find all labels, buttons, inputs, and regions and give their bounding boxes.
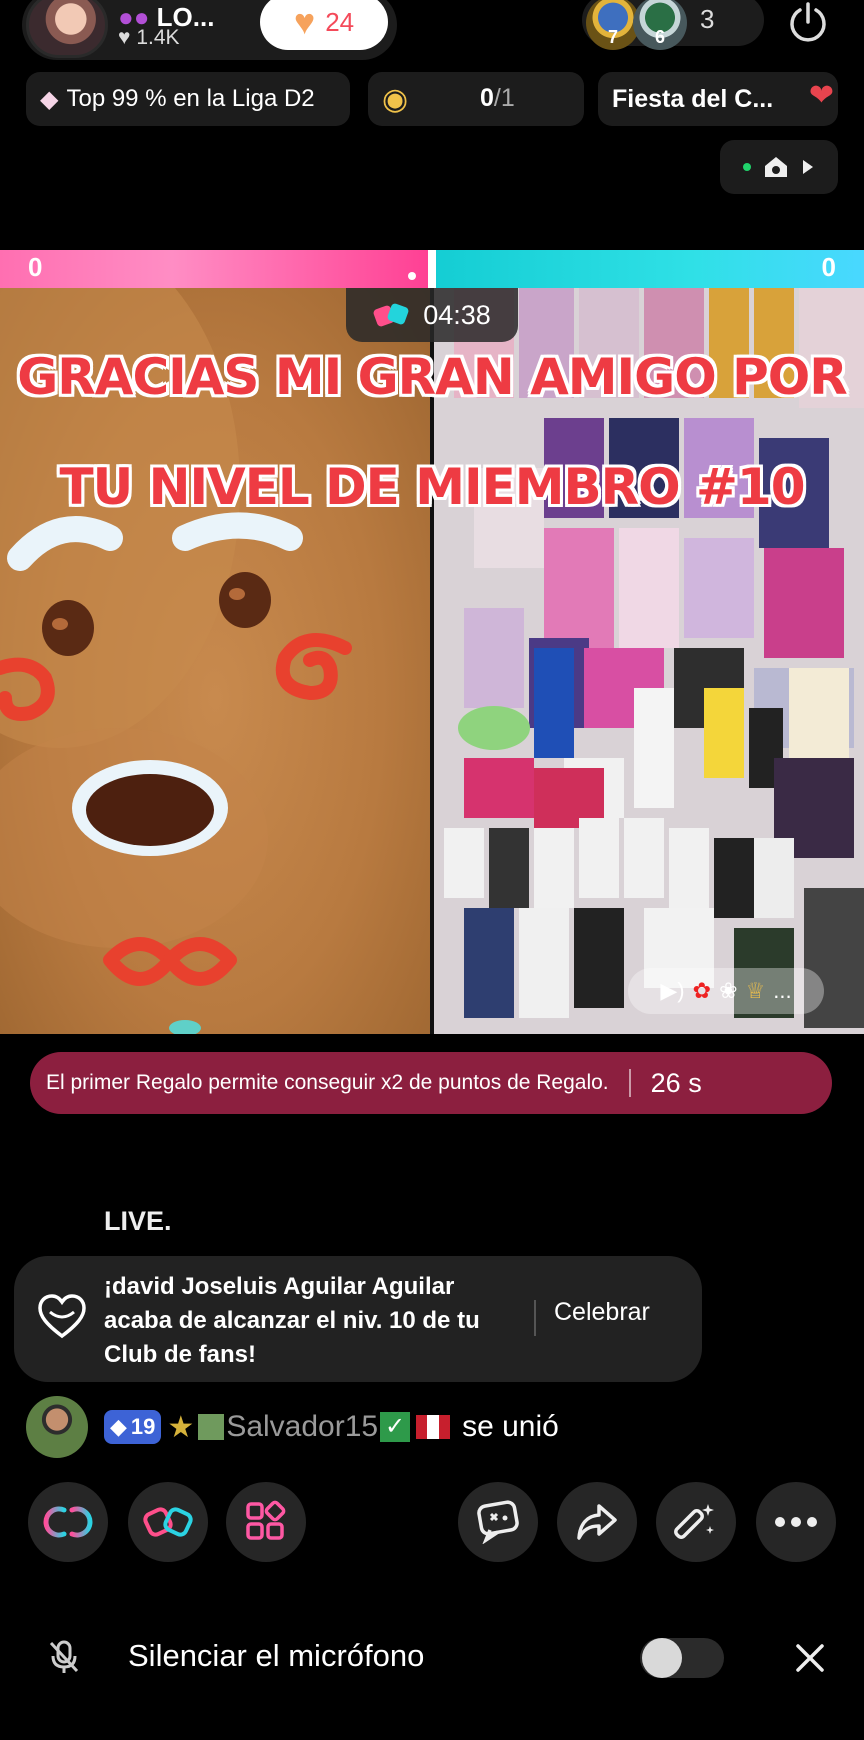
close-icon[interactable] xyxy=(792,1640,828,1676)
battle-button[interactable] xyxy=(128,1482,208,1562)
join-message: ◆ 19 ★ Salvador15 ✓ se unió xyxy=(26,1396,559,1458)
power-icon[interactable] xyxy=(786,0,830,44)
banner-separator xyxy=(628,1069,631,1097)
banner-countdown: 26 s xyxy=(650,1067,702,1098)
battle-timer: 04:38 xyxy=(346,288,518,342)
boxing-gloves-icon xyxy=(143,1507,193,1537)
like-count: 24 xyxy=(325,6,355,37)
event-chip[interactable]: Fiesta del C... ❤ xyxy=(598,72,838,126)
mute-mic-row: Silenciar el micrófono xyxy=(0,1622,864,1692)
mic-off-icon xyxy=(49,1640,79,1673)
overlay-message-line2: TU NIVEL DE MIEMBRO #10 xyxy=(59,458,805,516)
star-icon: ★ xyxy=(167,1410,195,1444)
peru-flag-icon xyxy=(416,1415,451,1439)
score-left: 0 xyxy=(28,252,43,282)
speaker-icon: ▶) xyxy=(660,978,685,1003)
event-text: Fiesta del C... xyxy=(612,84,774,113)
score-bar-left xyxy=(0,250,432,288)
checkmark-icon: ✓ xyxy=(380,1412,411,1442)
toggle-knob xyxy=(642,1638,682,1678)
mute-mic-toggle[interactable] xyxy=(640,1638,724,1678)
more-dots-icon xyxy=(775,1517,817,1527)
diamond-icon: ◆ xyxy=(40,85,59,113)
like-button[interactable]: ♥ 24 xyxy=(260,0,388,50)
home-camera-icon xyxy=(765,157,787,177)
score-right: 0 xyxy=(821,252,836,282)
league-text: Top 99 % en la Liga D2 xyxy=(66,85,315,112)
battle-gloves-icon xyxy=(373,303,409,327)
dove-icon: ❀ xyxy=(719,978,738,1003)
score-bar-dot xyxy=(408,272,416,280)
planet-icon: ◉ xyxy=(382,82,409,116)
crown-icon: ♕ xyxy=(745,978,766,1003)
host-likes: ♥ 1.4K xyxy=(118,26,180,49)
more-button[interactable] xyxy=(756,1482,836,1562)
league-chip[interactable]: ◆ Top 99 % en la Liga D2 xyxy=(26,72,350,126)
effects-button[interactable] xyxy=(656,1482,736,1562)
fan-club-notification: ¡david Joseluis Aguilar Aguilar acaba de… xyxy=(14,1256,702,1382)
gift-bonus-banner[interactable]: El primer Regalo permite conseguir x2 de… xyxy=(30,1052,832,1114)
rose-icon: ✿ xyxy=(692,978,712,1003)
magic-wand-icon xyxy=(674,1504,714,1539)
multi-guest-button[interactable] xyxy=(28,1482,108,1562)
fan-club-heart-icon xyxy=(38,1294,86,1339)
banner-message: El primer Regalo permite conseguir x2 de… xyxy=(46,1071,609,1094)
apps-button[interactable] xyxy=(226,1482,306,1562)
heart-small-icon: ♥ xyxy=(118,26,131,49)
stream-camera-button[interactable] xyxy=(720,140,838,194)
user-avatar[interactable] xyxy=(26,1396,88,1458)
event-icon: ❤ xyxy=(808,79,834,112)
fan-club-message: ¡david Joseluis Aguilar Aguilar acaba de… xyxy=(104,1273,480,1368)
goal-progress: 0/1 xyxy=(480,84,515,112)
goal-chip[interactable]: ◉ 0/1 xyxy=(368,72,584,126)
chat-bubble-x-icon xyxy=(477,1500,519,1544)
grid-apps-icon xyxy=(246,1500,286,1540)
timer-text: 04:38 xyxy=(423,299,491,330)
score-bar-right xyxy=(432,250,864,288)
heart-icon: ♥ xyxy=(293,1,316,42)
more-dots: ... xyxy=(773,978,792,1003)
host-avatar[interactable] xyxy=(26,0,108,58)
user-name[interactable]: Salvador15 xyxy=(226,1410,378,1444)
guest-status-icons[interactable]: ▶) ✿ ❀ ♕ ... xyxy=(628,968,824,1014)
chat-live-text: LIVE. xyxy=(104,1206,172,1236)
comment-settings-button[interactable] xyxy=(458,1482,538,1562)
chart-emoji-icon xyxy=(198,1414,225,1440)
share-button[interactable] xyxy=(557,1482,637,1562)
join-action: se unió xyxy=(462,1410,559,1443)
play-icon xyxy=(803,160,813,174)
mute-mic-label: Silenciar el micrófono xyxy=(128,1638,425,1673)
fan-card-separator xyxy=(534,1300,536,1336)
live-dot xyxy=(743,163,751,171)
user-level-badge: ◆ 19 xyxy=(104,1410,162,1444)
overlay-message-line1: GRACIAS MI GRAN AMIGO POR xyxy=(17,348,848,406)
viewer-count: 3 xyxy=(700,4,715,34)
link-icon xyxy=(43,1506,93,1538)
level-diamond-icon: ◆ xyxy=(110,1414,127,1439)
score-bar-divider xyxy=(428,250,436,288)
share-arrow-icon xyxy=(577,1504,617,1540)
celebrate-button[interactable]: Celebrar xyxy=(554,1298,650,1327)
